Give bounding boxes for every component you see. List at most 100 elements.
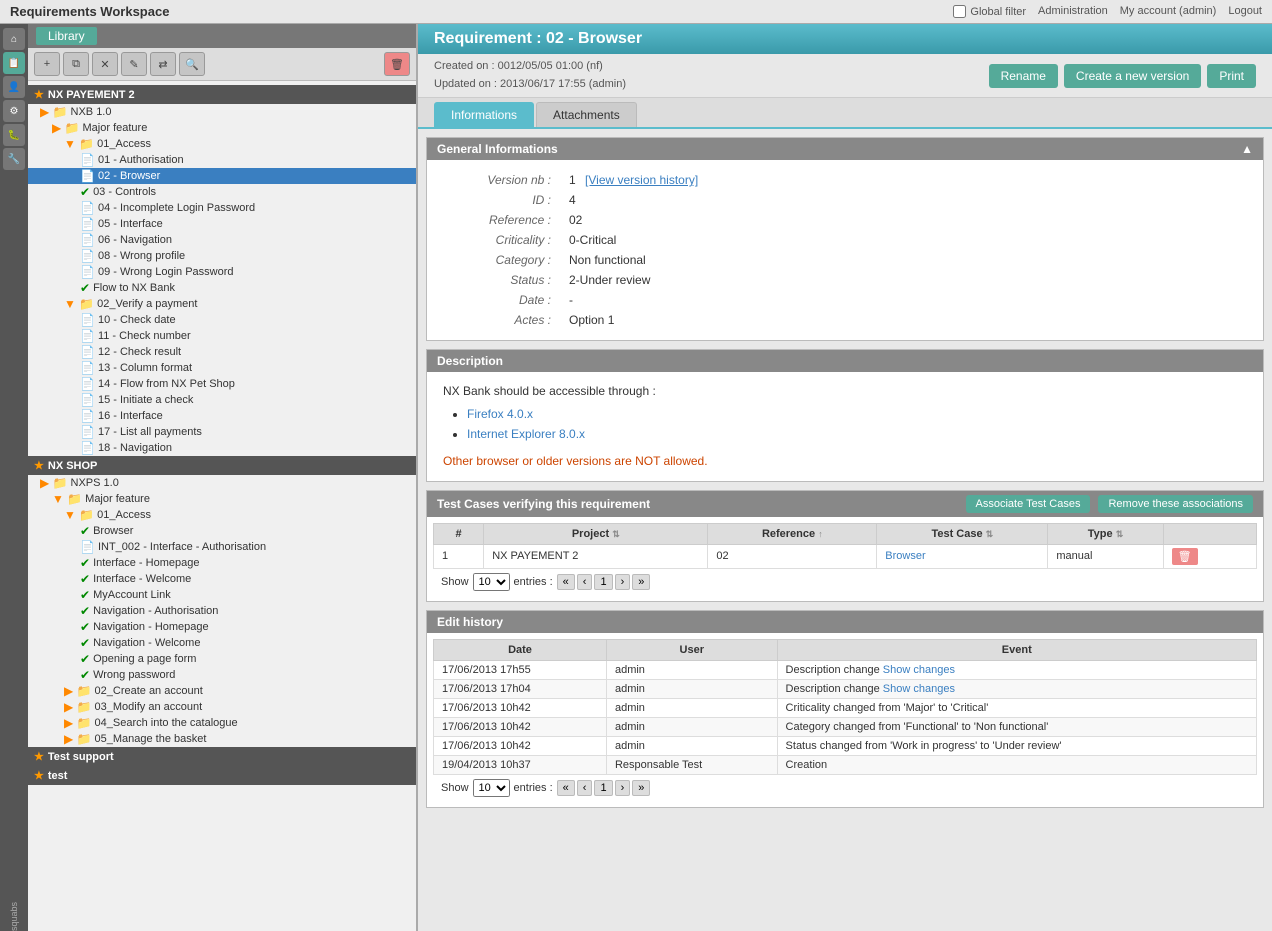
delete-row-button[interactable]: 🗑 [1172,548,1198,565]
tab-attachments[interactable]: Attachments [536,102,637,127]
global-filter-link[interactable]: Global filter [970,6,1026,18]
tree-item-01access-shop[interactable]: ▼ 📁 01_Access [28,507,416,523]
first-page-btn[interactable]: « [557,574,575,590]
tree-item-wrong-login-pw[interactable]: 📄 09 - Wrong Login Password [28,264,416,280]
nav-bug-btn[interactable]: 🐛 [3,124,25,146]
next-page-btn[interactable]: › [615,780,631,796]
tree-item-authorisation[interactable]: 📄 01 - Authorisation [28,152,416,168]
tree-label: 10 - Check date [98,314,176,326]
tree-item-wrong-profile[interactable]: 📄 08 - Wrong profile [28,248,416,264]
show-changes-link[interactable]: Show changes [883,683,955,695]
tree-item-interface-homepage[interactable]: ✔ Interface - Homepage [28,555,416,571]
tree-label: 01 - Authorisation [98,154,184,166]
tree-item-18[interactable]: 📄 18 - Navigation [28,440,416,456]
collapse-icon[interactable]: ▲ [1241,142,1253,156]
prev-page-btn[interactable]: ‹ [577,780,593,796]
tree-item-int002[interactable]: 📄 INT_002 - Interface - Authorisation [28,539,416,555]
firefox-link[interactable]: Firefox 4.0.x [467,407,533,421]
page-1-btn[interactable]: 1 [594,574,612,590]
tree-item-04search[interactable]: ▶ 📁 04_Search into the catalogue [28,715,416,731]
last-page-btn[interactable]: » [632,574,650,590]
show-changes-link[interactable]: Show changes [883,664,955,676]
library-tab[interactable]: Library [36,27,97,45]
tree-item-opening-page[interactable]: ✔ Opening a page form [28,651,416,667]
tree-item-myaccount[interactable]: ✔ MyAccount Link [28,587,416,603]
add-btn[interactable]: + [34,52,60,76]
tree-item-01access[interactable]: ▼ 📁 01_Access [28,136,416,152]
view-version-history-link[interactable]: [View version history] [585,173,698,187]
tab-informations[interactable]: Informations [434,102,534,127]
search-btn[interactable]: 🔍 [179,52,205,76]
tree-item-14[interactable]: 📄 14 - Flow from NX Pet Shop [28,376,416,392]
tree-item-verify-payment[interactable]: ▼ 📁 02_Verify a payment [28,296,416,312]
tree-item-nxb[interactable]: ▶ 📁 NXB 1.0 [28,104,416,120]
show-count-select[interactable]: 10 25 50 [473,779,510,797]
tree-item-browser-shop[interactable]: ✔ Browser [28,523,416,539]
tree-item-nxps[interactable]: ▶ 📁 NXPS 1.0 [28,475,416,491]
page-1-btn[interactable]: 1 [594,780,612,796]
tree-item-major-feature-shop[interactable]: ▼ 📁 Major feature [28,491,416,507]
tree-label: NXB 1.0 [71,106,112,118]
nav-home-btn[interactable]: ⌂ [3,28,25,50]
tree-group-test-support[interactable]: ★ Test support [28,747,416,766]
tree-item-13[interactable]: 📄 13 - Column format [28,360,416,376]
tree-item-02create[interactable]: ▶ 📁 02_Create an account [28,683,416,699]
tree-item-12[interactable]: 📄 12 - Check result [28,344,416,360]
browser-testcase-link[interactable]: Browser [885,550,925,562]
test-cases-section: Test Cases verifying this requirement As… [426,490,1264,602]
show-count-select[interactable]: 10 25 50 [473,573,510,591]
trash-btn[interactable]: 🗑 [384,52,410,76]
tree-item-10[interactable]: 📄 10 - Check date [28,312,416,328]
tree-label: Opening a page form [93,653,196,665]
col-testcase[interactable]: Test Case ⇅ [877,523,1048,544]
tree-item-major-feature[interactable]: ▶ 📁 Major feature [28,120,416,136]
next-page-btn[interactable]: › [615,574,631,590]
remove-associations-button[interactable]: Remove these associations [1098,495,1253,513]
col-num: # [434,523,484,544]
col-type[interactable]: Type ⇅ [1048,523,1163,544]
tree-item-browser[interactable]: 📄 02 - Browser [28,168,416,184]
nav-settings-btn[interactable]: ⚙ [3,100,25,122]
nav-users-btn[interactable]: 👤 [3,76,25,98]
tree-item-17[interactable]: 📄 17 - List all payments [28,424,416,440]
last-page-btn[interactable]: » [632,780,650,796]
tree-item-wrong-pw-shop[interactable]: ✔ Wrong password [28,667,416,683]
tree-item-flow-nx-bank[interactable]: ✔ Flow to NX Bank [28,280,416,296]
nav-config-btn[interactable]: 🔧 [3,148,25,170]
print-button[interactable]: Print [1207,64,1256,88]
tree-item-05basket[interactable]: ▶ 📁 05_Manage the basket [28,731,416,747]
tree-item-interface-05[interactable]: 📄 05 - Interface [28,216,416,232]
col-project[interactable]: Project ⇅ [484,523,708,544]
tree-item-16[interactable]: 📄 16 - Interface [28,408,416,424]
create-new-version-button[interactable]: Create a new version [1064,64,1201,88]
delete-btn[interactable]: ✕ [92,52,118,76]
edit-btn[interactable]: ✎ [121,52,147,76]
tree-group-test[interactable]: ★ test [28,766,416,785]
tree-item-incomplete-pw[interactable]: 📄 04 - Incomplete Login Password [28,200,416,216]
global-filter-checkbox[interactable] [953,5,966,18]
tree-item-controls[interactable]: ✔ 03 - Controls [28,184,416,200]
logout-link[interactable]: Logout [1228,5,1262,18]
ie-link[interactable]: Internet Explorer 8.0.x [467,427,585,441]
tree-item-11[interactable]: 📄 11 - Check number [28,328,416,344]
col-reference[interactable]: Reference ↑ [708,523,877,544]
tree-group-nx-shop[interactable]: ★ NX SHOP [28,456,416,475]
move-btn[interactable]: ⇄ [150,52,176,76]
first-page-btn[interactable]: « [557,780,575,796]
tree-item-15[interactable]: 📄 15 - Initiate a check [28,392,416,408]
associate-test-cases-button[interactable]: Associate Test Cases [966,495,1091,513]
tree-group-nx-payement[interactable]: ★ NX PAYEMENT 2 [28,85,416,104]
tree-item-interface-welcome[interactable]: ✔ Interface - Welcome [28,571,416,587]
rename-button[interactable]: Rename [989,64,1058,88]
tree-item-nav-homepage[interactable]: ✔ Navigation - Homepage [28,619,416,635]
tree-item-nav-welcome[interactable]: ✔ Navigation - Welcome [28,635,416,651]
tree-item-navigation-06[interactable]: 📄 06 - Navigation [28,232,416,248]
prev-page-btn[interactable]: ‹ [577,574,593,590]
row-date: 17/06/2013 10h42 [434,717,607,736]
administration-link[interactable]: Administration [1038,5,1108,18]
tree-item-03modify[interactable]: ▶ 📁 03_Modify an account [28,699,416,715]
copy-btn[interactable]: ⧉ [63,52,89,76]
nav-requirements-btn[interactable]: 📋 [3,52,25,74]
tree-item-nav-auth[interactable]: ✔ Navigation - Authorisation [28,603,416,619]
my-account-link[interactable]: My account (admin) [1120,5,1217,18]
